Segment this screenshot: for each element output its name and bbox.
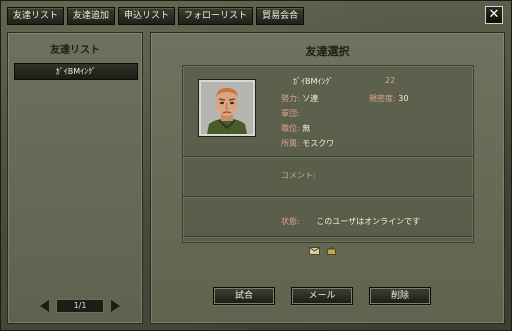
tab-trade-meeting[interactable]: 貿易会合 (256, 7, 305, 25)
tab-add-friend[interactable]: 友達追加 (67, 7, 116, 25)
friend-header: ｶﾞｲBMｲﾝｸﾞ 22 (293, 76, 463, 88)
friends-window: 友達リスト 友達追加 申込リスト フォローリスト 貿易会合 ✕ 友達リスト ｶﾞ… (0, 0, 512, 331)
avatar (199, 80, 255, 136)
tab-request-list[interactable]: 申込リスト (118, 7, 176, 25)
faction-value: ソ連 (302, 94, 319, 103)
location-label: 所属: (281, 139, 300, 148)
gift-bag-icon[interactable] (326, 246, 337, 255)
close-icon: ✕ (488, 7, 500, 22)
status-row: 状態: このユーザはオンラインです (281, 216, 420, 227)
tab-follow-list[interactable]: フォローリスト (178, 7, 254, 25)
rank-value: 無 (302, 124, 311, 133)
divider (183, 156, 473, 157)
friend-detail-title: 友達選択 (305, 45, 350, 58)
next-page-arrow-icon[interactable] (111, 300, 120, 312)
friend-list-title: 友達リスト (50, 45, 100, 56)
divider (183, 236, 473, 237)
prev-page-arrow-icon[interactable] (40, 300, 49, 312)
friend-name: ｶﾞｲBMｲﾝｸﾞ (293, 77, 334, 86)
army-label: 軍団: (281, 109, 300, 118)
letter-icon[interactable] (309, 246, 320, 255)
delete-button[interactable]: 削除 (369, 287, 431, 305)
intimacy-label: 親密度: (369, 94, 396, 103)
pager: 1/1 (40, 299, 120, 313)
intimacy-row: 親密度: 30 (369, 93, 408, 104)
divider (183, 196, 473, 197)
friend-list-item[interactable]: ｶﾞｲBMｲﾝｸﾞ (14, 63, 138, 80)
friend-level: 22 (385, 76, 396, 85)
army-row: 軍団: (281, 108, 300, 119)
tab-bar: 友達リスト 友達追加 申込リスト フォローリスト 貿易会合 (7, 7, 305, 25)
challenge-button[interactable]: 試合 (213, 287, 275, 305)
intimacy-value: 30 (398, 94, 409, 103)
rank-row: 職位: 無 (281, 123, 310, 134)
friend-info-box: ｶﾞｲBMｲﾝｸﾞ 22 勢力: ソ連 親密度: 30 軍団: 職位: 無 所属… (182, 65, 474, 255)
rank-label: 職位: (281, 124, 300, 133)
mail-button[interactable]: メール (291, 287, 353, 305)
faction-row: 勢力: ソ連 (281, 93, 318, 104)
status-value: このユーザはオンラインです (316, 217, 421, 226)
status-label: 状態: (281, 217, 300, 226)
friend-detail-panel: 友達選択 ｶﾞｲBMｲﾝｸﾞ 22 勢力: ソ連 親密度: 30 軍団: 職位:… (150, 32, 505, 324)
status-icons (309, 246, 337, 255)
comment-label: コメント: (281, 171, 316, 180)
close-button[interactable]: ✕ (485, 6, 503, 24)
soldier-portrait-icon (201, 82, 253, 134)
location-value: モスクワ (302, 139, 335, 148)
friend-list-panel: 友達リスト ｶﾞｲBMｲﾝｸﾞ 1/1 (7, 32, 143, 324)
page-indicator: 1/1 (56, 299, 104, 313)
tab-friend-list[interactable]: 友達リスト (7, 7, 65, 25)
location-row: 所属: モスクワ (281, 138, 334, 149)
faction-label: 勢力: (281, 94, 300, 103)
